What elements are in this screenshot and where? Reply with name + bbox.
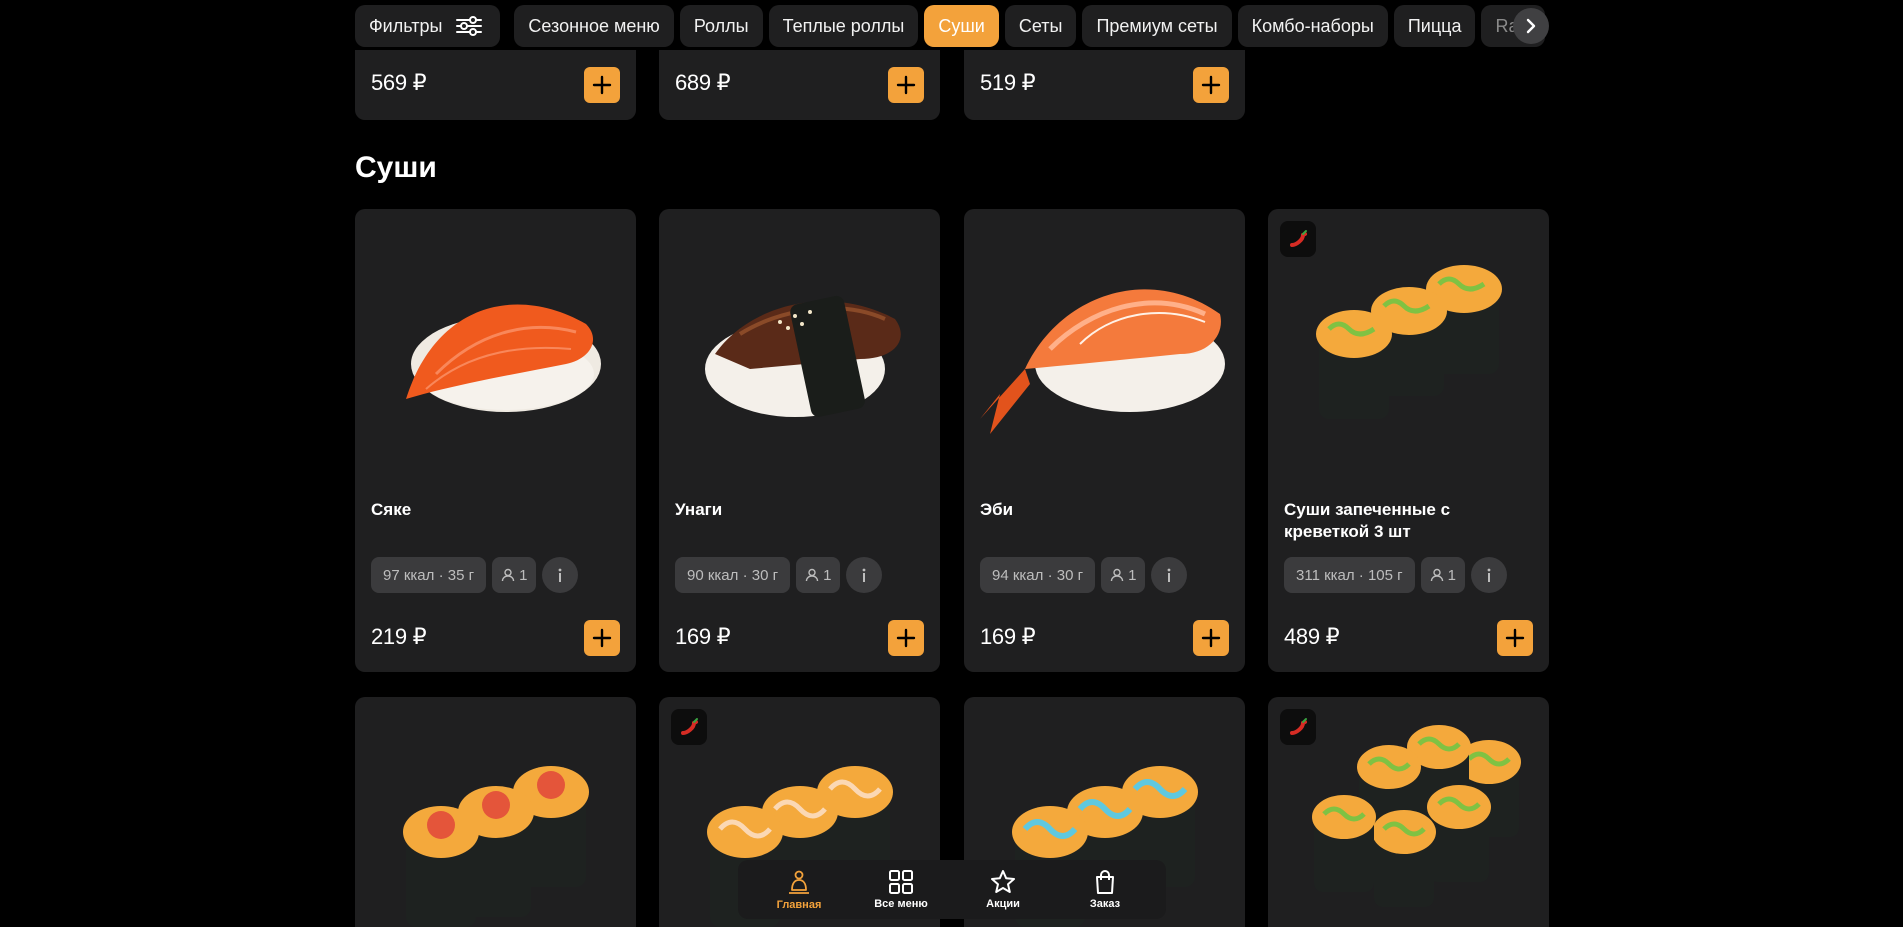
- sliders-icon: [456, 16, 483, 36]
- add-to-cart-button[interactable]: [584, 620, 620, 656]
- section-title: Суши: [355, 151, 437, 184]
- info-icon: [1168, 568, 1171, 582]
- chili-pepper-icon: [1290, 230, 1307, 247]
- product-image: [355, 697, 636, 927]
- product-price: 169 ₽: [675, 624, 731, 649]
- add-to-cart-button[interactable]: [584, 67, 620, 103]
- product-price: 689 ₽: [675, 70, 731, 95]
- tab-pizza[interactable]: Пицца: [1393, 5, 1476, 47]
- tab-sushi[interactable]: Суши: [924, 5, 999, 47]
- plus-icon: [592, 75, 612, 95]
- product-name: Унаги: [675, 500, 723, 519]
- tab-seasonal[interactable]: Сезонное меню: [514, 5, 674, 47]
- person-icon: [1110, 568, 1124, 582]
- persons-count: 1: [1447, 566, 1456, 584]
- nav-home-label: Главная: [776, 899, 822, 911]
- plus-icon: [1201, 75, 1221, 95]
- persons-badge: 1: [492, 557, 537, 593]
- filters-button[interactable]: Фильтры: [355, 5, 501, 47]
- person-icon: [501, 568, 515, 582]
- product-card[interactable]: [355, 697, 636, 927]
- tab-warm-rolls[interactable]: Теплые роллы: [768, 5, 919, 47]
- persons-count: 1: [823, 566, 832, 584]
- product-name: Сяке: [371, 500, 412, 519]
- tab-rolls[interactable]: Роллы: [679, 5, 763, 47]
- person-icon: [1430, 568, 1443, 582]
- nav-order-label: Заказ: [1089, 898, 1121, 910]
- info-button[interactable]: [1470, 557, 1507, 593]
- nav-order[interactable]: Заказ: [1060, 869, 1150, 910]
- info-icon: [1487, 568, 1491, 582]
- spicy-badge: [1280, 709, 1316, 745]
- plus-icon: [896, 628, 916, 648]
- add-to-cart-button[interactable]: [888, 620, 924, 656]
- add-to-cart-button[interactable]: [1193, 67, 1229, 103]
- category-nav: Фильтры Сезонное меню Роллы Теплые роллы…: [355, 4, 1549, 48]
- product-price: 489 ₽: [1284, 624, 1340, 649]
- nav-all-menu[interactable]: Все меню: [856, 869, 946, 910]
- nav-home[interactable]: Главная: [754, 868, 844, 911]
- product-name: Суши запеченные с креветкой 3 шт: [1284, 500, 1451, 541]
- nutrition-badge: 90 ккал · 30 г: [675, 557, 791, 593]
- info-button[interactable]: [1151, 557, 1188, 593]
- plus-icon: [896, 75, 916, 95]
- info-icon: [863, 568, 866, 582]
- persons-badge: 1: [1101, 557, 1146, 593]
- filters-label: Фильтры: [369, 15, 443, 36]
- info-button[interactable]: [846, 557, 883, 593]
- spicy-badge: [1280, 221, 1316, 257]
- bag-icon: [1096, 870, 1114, 894]
- product-name: Эби: [980, 500, 1014, 519]
- persons-badge: 1: [796, 557, 841, 593]
- add-to-cart-button[interactable]: [888, 67, 924, 103]
- tab-sets[interactable]: Сеты: [1004, 5, 1077, 47]
- product-card[interactable]: Суши запеченные с креветкой 3 шт 311 кка…: [1268, 209, 1549, 672]
- nav-all-menu-label: Все меню: [874, 898, 928, 910]
- product-price: 519 ₽: [980, 70, 1036, 95]
- plus-icon: [1201, 628, 1221, 648]
- nutrition-badge: 94 ккал · 30 г: [980, 557, 1096, 593]
- person-icon: [805, 568, 819, 582]
- product-card[interactable]: Эби 94 ккал · 30 г 1 169 ₽: [964, 209, 1245, 672]
- spicy-badge: [671, 709, 707, 745]
- scroll-right-button[interactable]: [1513, 8, 1549, 44]
- product-image: [659, 209, 940, 479]
- home-icon: [789, 870, 809, 894]
- nutrition-badge: 311 ккал · 105 г: [1284, 557, 1415, 593]
- product-card: 519 ₽: [964, 50, 1245, 120]
- product-card: 689 ₽: [659, 50, 940, 120]
- persons-count: 1: [1128, 566, 1137, 584]
- nutrition-badge: 97 ккал · 35 г: [371, 557, 487, 593]
- info-button[interactable]: [542, 557, 579, 593]
- add-to-cart-button[interactable]: [1497, 620, 1533, 656]
- product-price: 569 ₽: [371, 70, 427, 95]
- plus-icon: [1505, 628, 1525, 648]
- product-card[interactable]: [1268, 697, 1549, 927]
- product-card: 569 ₽: [355, 50, 636, 120]
- nav-promotions-label: Акции: [986, 898, 1020, 910]
- bottom-nav: Главная Все меню Акции Заказ: [738, 860, 1166, 919]
- tab-premium-sets[interactable]: Премиум сеты: [1082, 5, 1232, 47]
- product-image: [964, 209, 1245, 479]
- product-card[interactable]: Унаги 90 ккал · 30 г 1 169 ₽: [659, 209, 940, 672]
- chili-pepper-icon: [1290, 718, 1307, 735]
- persons-count: 1: [519, 566, 528, 584]
- product-card[interactable]: Сяке 97 ккал · 35 г 1 219 ₽: [355, 209, 636, 672]
- add-to-cart-button[interactable]: [1193, 620, 1229, 656]
- persons-badge: 1: [1420, 557, 1465, 593]
- star-icon: [991, 870, 1015, 893]
- tab-combo[interactable]: Комбо-наборы: [1237, 5, 1388, 47]
- plus-icon: [592, 628, 612, 648]
- product-image: [355, 209, 636, 479]
- chevron-right-icon: [1526, 18, 1536, 34]
- product-price: 169 ₽: [980, 624, 1036, 649]
- grid-icon: [889, 870, 913, 894]
- nav-promotions[interactable]: Акции: [958, 869, 1048, 910]
- chili-pepper-icon: [681, 718, 698, 735]
- product-price: 219 ₽: [371, 624, 427, 649]
- info-icon: [559, 568, 562, 582]
